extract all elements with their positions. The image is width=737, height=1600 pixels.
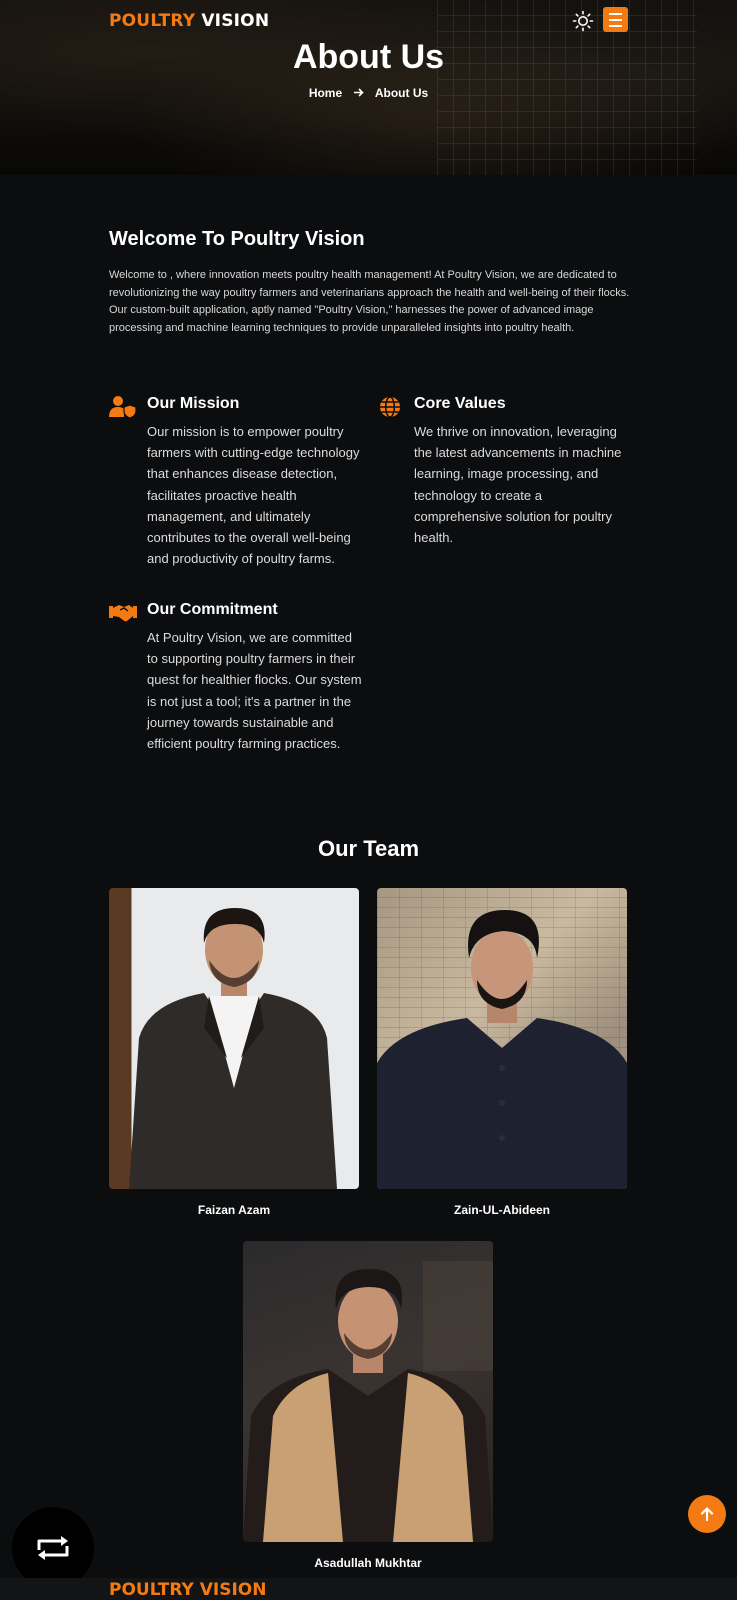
- repeat-icon: [37, 1536, 69, 1560]
- team-member-photo: [243, 1241, 493, 1542]
- breadcrumb: Home About Us: [0, 86, 737, 100]
- team-member-photo: [109, 888, 359, 1189]
- team-member-name: Asadullah Mukhtar: [314, 1556, 422, 1570]
- breadcrumb-current: About Us: [374, 86, 429, 100]
- feature-mission-text: Our mission is to empower poultry farmer…: [147, 424, 360, 567]
- team-member-name: Faizan Azam: [197, 1203, 271, 1217]
- footer-brand[interactable]: POULTRY VISION: [109, 1580, 266, 1600]
- welcome-text: Welcome to , where innovation meets poul…: [109, 269, 630, 334]
- team-member-name: Zain-UL-Abideen: [454, 1203, 550, 1217]
- feature-commitment-text: At Poultry Vision, we are committed to s…: [147, 630, 362, 752]
- brand-secondary: VISION: [201, 11, 270, 31]
- team-member-card: Zain-UL-Abideen: [377, 888, 627, 1217]
- team-heading: Our Team: [317, 836, 420, 861]
- sun-icon: [572, 10, 594, 32]
- handshake-icon: [109, 605, 137, 622]
- menu-button[interactable]: [603, 7, 628, 32]
- feature-values-title: Core Values: [414, 395, 506, 412]
- feature-commitment-title: Our Commitment: [147, 601, 278, 618]
- page-title: About Us: [292, 38, 445, 76]
- hero-banner: POULTRY VISION About Us Home About Us: [0, 0, 737, 175]
- team-member-card: Faizan Azam: [109, 888, 359, 1217]
- arrow-right-icon: [353, 86, 367, 100]
- globe-icon: [380, 396, 400, 418]
- hamburger-menu-icon: [609, 11, 622, 29]
- theme-toggle-button[interactable]: [572, 10, 594, 32]
- breadcrumb-home-link[interactable]: Home: [309, 86, 342, 100]
- repeat-floating-button[interactable]: [12, 1507, 94, 1589]
- footer: POULTRY VISION: [0, 1578, 737, 1600]
- feature-mission-title: Our Mission: [147, 395, 240, 412]
- team-member-photo: [377, 888, 627, 1189]
- arrow-up-icon: [700, 1507, 714, 1521]
- brand-primary: POULTRY: [109, 11, 196, 31]
- user-shield-icon: [109, 396, 137, 419]
- back-to-top-button[interactable]: [688, 1495, 726, 1533]
- welcome-heading: Welcome To Poultry Vision: [109, 228, 365, 250]
- feature-values-text: We thrive on innovation, leveraging the …: [414, 424, 622, 546]
- team-member-card: Asadullah Mukhtar: [243, 1241, 493, 1570]
- brand-logo[interactable]: POULTRY VISION: [109, 11, 269, 31]
